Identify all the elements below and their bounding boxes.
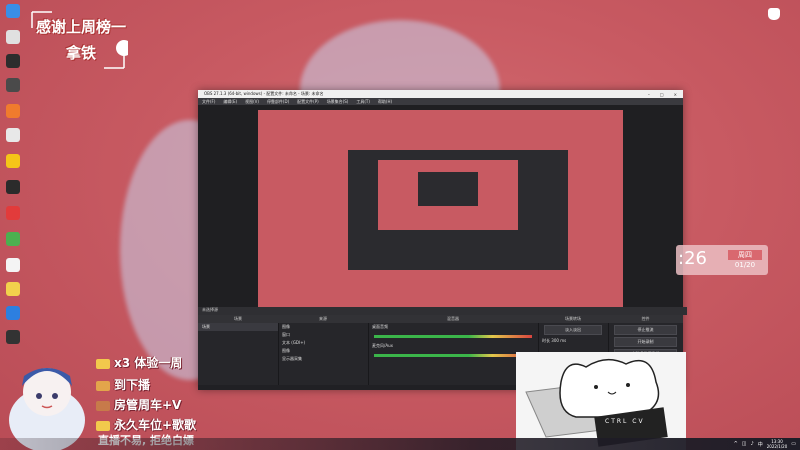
minimize-icon[interactable]: – [648,92,650,97]
mixer-header: 混音器 [368,315,538,323]
obs-preview[interactable] [198,105,683,315]
duration-value[interactable]: 300 ms [551,338,566,343]
desktop-icon[interactable] [2,128,24,152]
taskbar: ^ ◫ ♪ 中 13:30 2022/1/20 ▭ [0,438,800,450]
cat-icon [768,8,780,20]
desktop-icon[interactable] [2,4,24,28]
perk-item: 永久车位+歌歌 [96,416,196,433]
desktop-icon[interactable] [2,104,24,128]
scenes-header: 场景 [198,315,278,323]
thanks-line1: 感谢上周榜一 [36,18,127,36]
start-recording-button[interactable]: 开始录制 [614,337,677,347]
desktop-icon[interactable] [2,206,24,230]
taskbar-date: 2022/1/20 [766,444,788,449]
mixer-track-label: 桌面音频 [372,324,388,329]
source-item[interactable]: 图像 [278,347,368,355]
desktop-icon[interactable] [2,180,24,204]
ticket-icon [96,358,110,369]
desktop-icon[interactable] [2,306,24,330]
nested-capture [378,160,518,230]
desktop-icon[interactable] [2,232,24,256]
network-icon[interactable]: ◫ [742,441,747,447]
clock-date: 01/20 [734,261,756,269]
desktop-icon[interactable] [2,154,24,178]
source-item[interactable]: 窗口 [278,331,368,339]
taskbar-clock[interactable]: 13:30 2022/1/20 [767,439,788,449]
audio-meter [374,335,532,338]
source-item[interactable]: 文本 (GDI+) [278,339,368,347]
obs-status: 未选择源 [198,307,687,315]
desktop-icon[interactable] [2,258,24,282]
notification-icon[interactable]: ▭ [791,441,796,447]
obs-menubar: 文件(F) 编辑(E) 视图(V) 停靠部件(D) 配置文件(P) 场景集合(S… [198,98,683,105]
menu-docks[interactable]: 停靠部件(D) [267,99,289,105]
menu-profile[interactable]: 配置文件(P) [297,99,319,105]
cat-mascot [516,352,686,450]
clock-widget: :26 周四 01/20 [676,245,768,275]
girl-sticker [9,368,85,450]
audio-meter [374,354,532,357]
close-icon[interactable]: × [674,92,677,97]
source-item[interactable]: 显示器采集 [278,355,368,363]
menu-edit[interactable]: 编辑(E) [223,99,237,105]
obs-window[interactable]: OBS 27.1.3 (64-bit, windows) - 配置文件: 未命名… [198,90,687,395]
stop-streaming-button[interactable]: 停止推流 [614,325,677,335]
nested-capture [348,150,568,270]
maximize-icon[interactable]: □ [660,92,664,97]
mixer-track-label: 麦克风/Aux [372,343,393,348]
mixer-dock: 混音器 桌面音频 麦克风/Aux [368,315,539,390]
menu-tools[interactable]: 工具(T) [356,99,370,105]
thanks-card: 感谢上周榜一 拿铁 [28,8,128,72]
obs-titlebar[interactable]: OBS 27.1.3 (64-bit, windows) - 配置文件: 未命名… [198,90,683,98]
sources-header: 来源 [278,315,368,323]
ticket-icon [96,400,110,411]
chevron-up-icon[interactable]: ^ [734,441,738,447]
system-tray: ^ ◫ ♪ 中 13:30 2022/1/20 ▭ [734,438,796,450]
duration-label: 时长 300 ms [542,338,567,343]
perk-item: x3 体验一周 [96,354,182,371]
menu-scene-collection[interactable]: 场景集合(S) [327,99,349,105]
desktop-icon[interactable] [2,282,24,306]
input-language[interactable]: 中 [758,441,763,448]
transitions-header: 场景转场 [538,315,608,323]
ticket-icon [96,380,110,391]
menu-view[interactable]: 视图(V) [245,99,259,105]
controls-header: 控件 [608,315,683,323]
thanks-line2: 拿铁 [66,44,97,62]
menu-help[interactable]: 帮助(H) [378,99,392,105]
clock-time: :26 [678,248,707,269]
menu-file[interactable]: 文件(F) [202,99,215,105]
nested-capture [258,110,623,310]
desktop-icon[interactable] [2,54,24,78]
keyboard-keys: CTRL CV [605,418,645,425]
perk-item: 房管周车+V [96,396,181,413]
perk-item: 到下播 [96,376,150,393]
clock-weekday: 周四 [728,250,762,260]
scenes-dock: 场景 场景 [198,315,279,390]
desktop-icon[interactable] [2,30,24,54]
transition-select[interactable]: 淡入淡出 [544,325,602,335]
desktop-icon[interactable] [2,78,24,102]
nested-capture [418,172,478,206]
sources-dock: 来源 图像 窗口 文本 (GDI+) 图像 显示器采集 [278,315,369,390]
source-item[interactable]: 图像 [278,323,368,331]
obs-title: OBS 27.1.3 (64-bit, windows) - 配置文件: 未命名… [204,91,324,96]
volume-icon[interactable]: ♪ [751,441,754,447]
ticket-icon [96,420,110,431]
scene-item[interactable]: 场景 [198,323,278,331]
